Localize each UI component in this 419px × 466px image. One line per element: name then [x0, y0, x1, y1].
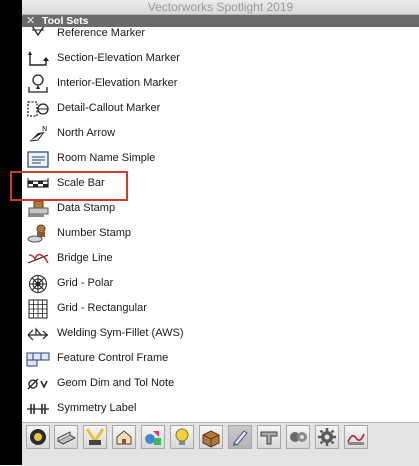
number-stamp-icon [26, 224, 50, 244]
scale-bar-highlight [10, 171, 128, 201]
tool-number-stamp[interactable]: Number Stamp [22, 223, 419, 245]
spotlight-toolset-button[interactable] [170, 425, 194, 449]
tool-interior-elevation-marker[interactable]: Interior-Elevation Marker [22, 73, 419, 95]
rectangular-grid-icon [26, 299, 50, 319]
building-shell-toolset-icon [56, 431, 77, 445]
visualization-toolset-button[interactable] [26, 425, 50, 449]
mechanical-toolset-icon [318, 428, 336, 446]
3d-modeling-toolset-button[interactable] [141, 425, 165, 449]
tool-reference-marker[interactable]: Reference Marker [22, 27, 419, 45]
reference-marker-icon [26, 27, 50, 44]
tool-label: Reference Marker [57, 27, 146, 39]
left-edge-strip [0, 0, 22, 465]
hvac-toolset-icon [347, 433, 365, 445]
detailing-toolset-icon [260, 431, 278, 445]
tool-label: Data Stamp [57, 202, 116, 214]
tool-list: Reference Marker Section-Elevation Marke… [22, 27, 419, 422]
geom-dim-tol-icon [26, 374, 50, 394]
lighting-toolset-button[interactable] [83, 425, 107, 449]
svg-text:N: N [42, 125, 47, 133]
window-title: Vectorworks Spotlight 2019 [147, 0, 294, 14]
tool-grid-polar[interactable]: Grid - Polar [22, 273, 419, 295]
site-planning-toolset-icon [116, 430, 132, 445]
tool-detail-callout-marker[interactable]: Detail-Callout Marker [22, 98, 419, 120]
tool-label: Symmetry Label [57, 402, 137, 414]
tool-section-elevation-marker[interactable]: Section-Elevation Marker [22, 48, 419, 70]
tool-label: Room Name Simple [57, 152, 156, 164]
tool-sets-header: ✕ Tool Sets [22, 15, 419, 27]
welding-symbol-icon [26, 324, 50, 344]
window-titlebar[interactable]: Vectorworks Spotlight 2019 [22, 0, 419, 15]
tool-label: Detail-Callout Marker [57, 102, 161, 114]
interior-elevation-marker-icon [26, 74, 50, 94]
building-shell-toolset-button[interactable] [54, 425, 78, 449]
lighting-toolset-icon [85, 428, 105, 445]
symmetry-label-icon [26, 399, 50, 419]
tool-label: Grid - Polar [57, 277, 114, 289]
tool-label: Section-Elevation Marker [57, 52, 180, 64]
close-icon[interactable]: ✕ [26, 15, 35, 27]
tool-label: North Arrow [57, 127, 116, 139]
site-planning-toolset-button[interactable] [112, 425, 136, 449]
room-name-icon [26, 149, 50, 169]
tool-room-name-simple[interactable]: Room Name Simple [22, 148, 419, 170]
tool-label: Grid - Rectangular [57, 302, 147, 314]
machine-components-toolset-icon [290, 432, 307, 442]
toolset-selector-bar [22, 422, 419, 466]
detailing-toolset-button[interactable] [257, 425, 281, 449]
3d-modeling-toolset-icon [145, 431, 161, 445]
tool-label: Feature Control Frame [57, 352, 169, 364]
dims-notes-toolset-button[interactable] [228, 425, 252, 449]
spotlight-toolset-icon [175, 428, 189, 445]
tool-label: Bridge Line [57, 252, 113, 264]
tool-geom-dim-tol-note[interactable]: Geom Dim and Tol Note [22, 373, 419, 395]
furniture-toolset-button[interactable] [199, 425, 223, 449]
visualization-toolset-icon [30, 429, 46, 445]
tool-north-arrow[interactable]: N North Arrow [22, 123, 419, 145]
mechanical-toolset-button[interactable] [315, 425, 339, 449]
tool-label: Number Stamp [57, 227, 131, 239]
north-arrow-icon: N [26, 124, 50, 144]
tool-label: Interior-Elevation Marker [57, 77, 178, 89]
tool-label: Welding Sym-Fillet (AWS) [57, 327, 184, 339]
tool-data-stamp[interactable]: Data Stamp [22, 198, 419, 220]
section-elevation-marker-icon [26, 49, 50, 69]
machine-components-toolset-button[interactable] [286, 425, 310, 449]
tool-feature-control-frame[interactable]: Feature Control Frame [22, 348, 419, 370]
hvac-toolset-button[interactable] [344, 425, 368, 449]
polar-grid-icon [26, 274, 50, 294]
tool-bridge-line[interactable]: Bridge Line [22, 248, 419, 270]
tool-label: Geom Dim and Tol Note [57, 377, 175, 389]
dims-notes-toolset-icon [233, 430, 248, 446]
tool-welding-sym-fillet[interactable]: Welding Sym-Fillet (AWS) [22, 323, 419, 345]
data-stamp-icon [26, 199, 50, 219]
furniture-toolset-icon [202, 430, 220, 448]
tool-grid-rectangular[interactable]: Grid - Rectangular [22, 298, 419, 320]
detail-callout-marker-icon [26, 99, 50, 119]
bridge-line-icon [26, 249, 50, 269]
tool-symmetry-label[interactable]: Symmetry Label [22, 398, 419, 420]
feature-control-frame-icon [26, 349, 50, 369]
palette-title: Tool Sets [42, 15, 89, 27]
